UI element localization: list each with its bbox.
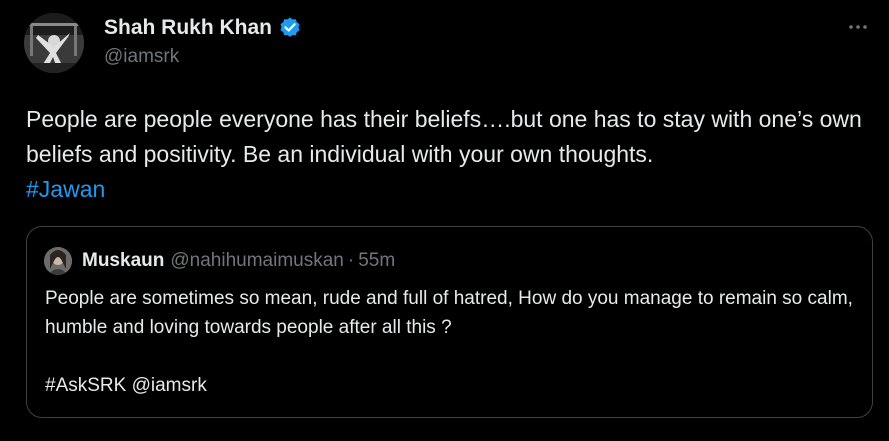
- author-handle[interactable]: @iamsrk: [104, 46, 179, 68]
- quoted-tweet-header: Muskaun @nahihumaimuskan · 55m: [44, 246, 395, 276]
- profile-photo-icon: [24, 13, 84, 73]
- quoted-profile-photo-icon: [44, 247, 72, 275]
- tweet[interactable]: Shah Rukh Khan @iamsrk People are people…: [0, 0, 889, 441]
- author-name[interactable]: Shah Rukh Khan: [104, 16, 272, 40]
- quoted-author-avatar[interactable]: [44, 247, 72, 275]
- author-avatar[interactable]: [24, 13, 84, 73]
- quoted-timestamp[interactable]: 55m: [358, 250, 395, 272]
- more-horizontal-icon[interactable]: [843, 15, 873, 39]
- quoted-tweet-text: People are sometimes so mean, rude and f…: [45, 288, 853, 396]
- quoted-author-handle: @nahihumaimuskan: [170, 250, 344, 271]
- hashtag-link[interactable]: #Jawan: [26, 176, 105, 202]
- separator-dot: ·: [347, 250, 355, 271]
- tweet-text: People are people everyone has their bel…: [26, 102, 876, 207]
- tweet-body: People are people everyone has their bel…: [26, 106, 862, 167]
- author-name-row: Shah Rukh Khan: [104, 14, 302, 42]
- verified-badge-icon[interactable]: [278, 16, 302, 40]
- quoted-author-name: Muskaun: [82, 250, 165, 271]
- quoted-tweet-card[interactable]: Muskaun @nahihumaimuskan · 55m People ar…: [26, 226, 873, 418]
